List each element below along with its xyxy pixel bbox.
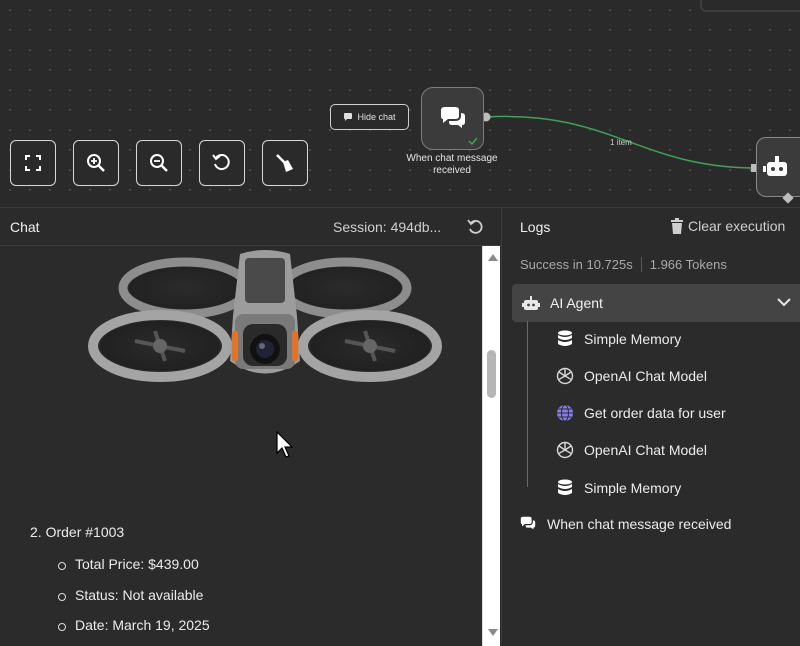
log-entry-label: OpenAI Chat Model [584,368,707,384]
database-icon [556,330,574,348]
scroll-up-arrow[interactable] [488,254,498,261]
scroll-thumb[interactable] [487,350,496,398]
chat-messages[interactable]: 2. Order #1003 Total Price: $439.00 Stat… [0,246,482,646]
chat-header: Chat Session: 494db... [0,208,501,246]
log-entry-openai-chat-model[interactable]: OpenAI Chat Model [556,441,707,459]
execution-summary: Success in 10.725s 1.966 Tokens [520,257,727,272]
clear-canvas-button[interactable] [262,140,308,186]
trigger-log-label: When chat message received [547,516,732,532]
zoom-out-button[interactable] [136,140,182,186]
chevron-down-icon[interactable] [777,297,791,307]
zoom-to-fit-button[interactable] [10,140,56,186]
clear-execution-label: Clear execution [688,218,786,234]
order-title: 2. Order #1003 [30,524,125,540]
broom-icon [276,154,293,172]
clear-execution-button[interactable]: Clear execution [670,218,785,234]
database-icon [556,479,574,497]
hide-chat-button[interactable]: Hide chat [330,104,409,130]
logs-panel: Logs Clear execution Success in 10.725s … [501,207,800,645]
ai-agent-node[interactable] [756,137,800,204]
log-entry-ai-agent[interactable]: AI Agent [512,284,800,322]
trigger-node-label: When chat message received [406,153,498,176]
robot-icon [522,296,540,310]
log-entry-label: Simple Memory [584,480,682,496]
token-count: 1.966 Tokens [649,257,727,272]
success-check-icon [468,137,478,146]
log-entry-label: Simple Memory [584,331,682,347]
scroll-down-arrow[interactable] [488,629,498,636]
log-entry-label: Get order data for user [584,405,726,421]
log-entry-simple-memory[interactable]: Simple Memory [556,479,681,497]
chat-scrollbar[interactable] [482,246,500,646]
drone-product-image [88,250,442,382]
logs-title: Logs [520,219,551,235]
workflow-canvas[interactable]: 1 item Hide chat When chat message recei… [0,0,800,207]
log-entry-get-order-data[interactable]: Get order data for user [556,404,726,422]
openai-icon [556,441,574,459]
log-entry-label: OpenAI Chat Model [584,442,707,458]
list-item: Total Price: $439.00 [55,556,210,587]
chat-panel: Chat Session: 494db... 2. Order #1003 To… [0,207,501,646]
log-entry-simple-memory[interactable]: Simple Memory [556,330,681,348]
log-entry-openai-chat-model[interactable]: OpenAI Chat Model [556,367,707,385]
chat-trigger-node[interactable] [421,87,484,150]
openai-icon [556,367,574,385]
undo-icon [212,154,230,171]
chat-title: Chat [10,219,40,235]
list-item: Status: Not available [55,587,210,618]
zoom-in-button[interactable] [73,140,119,186]
reset-session-icon[interactable] [466,217,486,237]
log-entry-chat-trigger[interactable]: When chat message received [519,516,731,532]
globe-icon [556,404,574,422]
zoom-out-icon [150,154,168,172]
fullscreen-icon [25,155,41,171]
hide-chat-label: Hide chat [357,112,396,122]
success-time: Success in 10.725s [520,257,633,272]
trash-icon [671,218,683,234]
ai-agent-label: AI Agent [550,295,603,311]
chat-bubbles-icon [440,106,465,128]
robot-icon [763,156,787,176]
chat-bubbles-icon [520,516,536,530]
list-item: Date: March 19, 2025 [55,617,210,646]
mouse-cursor-icon [276,431,294,458]
log-tree-line [527,321,528,487]
summary-divider [640,257,642,272]
order-details-list: Total Price: $439.00 Status: Not availab… [55,556,210,646]
reset-zoom-button[interactable] [199,140,245,186]
connection-item-count: 1 item [610,138,632,147]
chat-bubble-icon [344,113,353,121]
zoom-in-icon [87,154,105,172]
session-id[interactable]: Session: 494db... [333,219,441,235]
